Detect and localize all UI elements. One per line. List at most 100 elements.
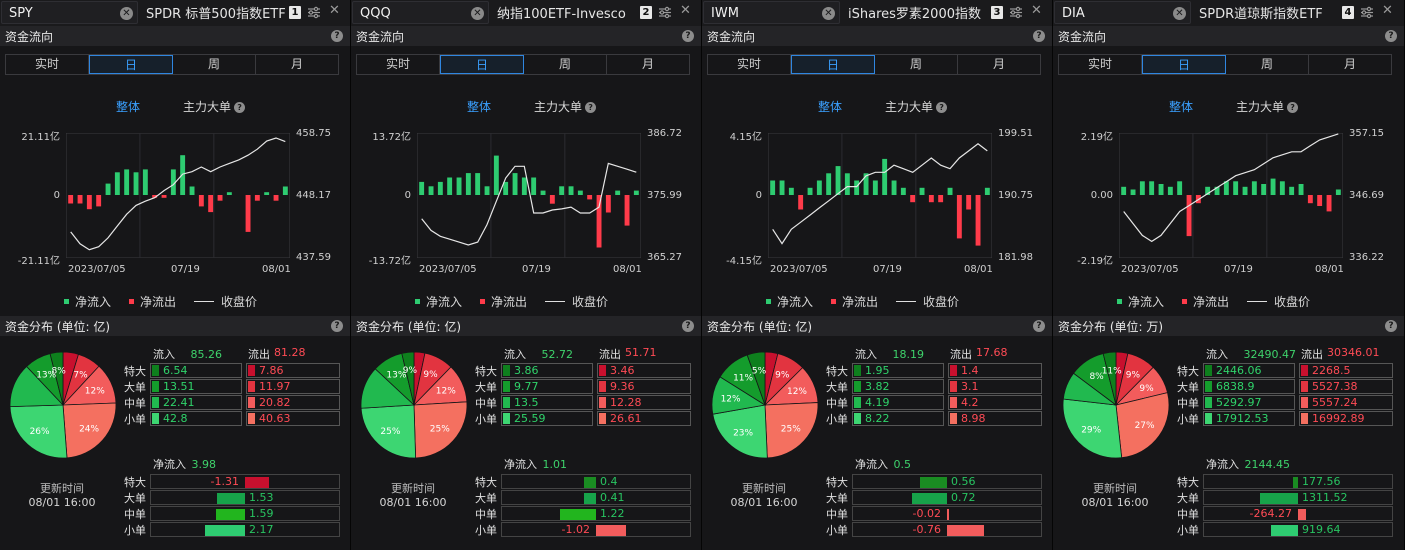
inflow-bar xyxy=(1177,181,1183,195)
range-tab[interactable]: 实时 xyxy=(357,55,440,74)
y-right-min: 336.22 xyxy=(1349,252,1384,263)
outflow-cell: 9.36 xyxy=(597,379,691,394)
view-major-order-tab[interactable]: 主力大单? xyxy=(534,98,597,115)
clear-icon[interactable]: ✕ xyxy=(822,7,835,20)
legend-price-label: 收盘价 xyxy=(572,295,609,309)
order-type-label: 小单 xyxy=(1177,524,1199,537)
fund-flow-header: 资金流向 ? xyxy=(0,26,350,46)
settings-icon[interactable] xyxy=(1009,6,1023,19)
clear-icon[interactable]: ✕ xyxy=(120,7,133,20)
legend-outflow-label: 净流出 xyxy=(140,295,177,309)
distribution-pie: 9%12%25%25%13%9% xyxy=(360,351,468,459)
range-tab[interactable]: 周 xyxy=(173,55,256,74)
ticker-input[interactable]: DIA ✕ xyxy=(1054,1,1191,24)
update-label: 更新时间 xyxy=(1093,482,1137,495)
legend-outflow-label: 净流出 xyxy=(1193,295,1230,309)
range-tabs: 实时日周月 xyxy=(5,54,339,75)
outflow-bar xyxy=(254,195,260,201)
range-tab[interactable]: 实时 xyxy=(1059,55,1142,74)
range-tab[interactable]: 月 xyxy=(958,55,1040,74)
ticker-input[interactable]: QQQ ✕ xyxy=(352,1,489,24)
outflow-bar xyxy=(77,195,83,204)
range-tab[interactable]: 周 xyxy=(1226,55,1309,74)
net-value: 2.17 xyxy=(249,523,274,536)
close-icon[interactable]: ✕ xyxy=(680,3,691,18)
legend-inflow-label: 净流入 xyxy=(1128,295,1165,309)
clear-icon[interactable]: ✕ xyxy=(1173,7,1186,20)
help-icon[interactable]: ? xyxy=(1385,30,1397,42)
outflow-cell: 3.1 xyxy=(948,379,1042,394)
ticker-input[interactable]: SPY ✕ xyxy=(1,1,138,24)
net-inflow-summary: 净流入 2144.45 xyxy=(1206,456,1290,472)
x-label-start: 2023/07/05 xyxy=(419,264,477,275)
close-icon[interactable]: ✕ xyxy=(1031,3,1042,18)
outflow-bar xyxy=(587,195,593,200)
legend-inflow-label: 净流入 xyxy=(777,295,814,309)
help-icon[interactable]: ? xyxy=(585,102,597,113)
range-tab[interactable]: 月 xyxy=(256,55,338,74)
inflow-label: 流入 xyxy=(153,348,175,361)
close-icon[interactable]: ✕ xyxy=(329,3,340,18)
net-inflow-bar xyxy=(560,509,596,520)
inflow-bar xyxy=(447,177,453,195)
help-icon[interactable]: ? xyxy=(1287,102,1299,113)
range-tab[interactable]: 实时 xyxy=(708,55,791,74)
inflow-bar xyxy=(1149,181,1155,195)
update-time: 08/01 16:00 xyxy=(379,496,447,509)
range-tab[interactable]: 日 xyxy=(440,55,524,74)
settings-icon[interactable] xyxy=(307,6,321,19)
range-tab[interactable]: 日 xyxy=(791,55,875,74)
view-whole-tab[interactable]: 整体 xyxy=(116,98,140,115)
inflow-label: 流入 xyxy=(855,348,877,361)
update-label: 更新时间 xyxy=(742,482,786,495)
inflow-bar xyxy=(835,166,841,195)
view-major-order-tab[interactable]: 主力大单? xyxy=(183,98,246,115)
help-icon[interactable]: ? xyxy=(1033,30,1045,42)
help-icon[interactable]: ? xyxy=(682,320,694,332)
range-tab[interactable]: 实时 xyxy=(6,55,89,74)
net-inflow-total: 2144.45 xyxy=(1244,458,1291,471)
close-icon[interactable]: ✕ xyxy=(1382,3,1393,18)
range-tab[interactable]: 月 xyxy=(1309,55,1391,74)
range-tab[interactable]: 日 xyxy=(1142,55,1226,74)
clear-icon[interactable]: ✕ xyxy=(471,7,484,20)
range-tabs: 实时日周月 xyxy=(356,54,690,75)
help-icon[interactable]: ? xyxy=(1385,320,1397,332)
net-inflow-bar xyxy=(1259,493,1299,504)
range-tab[interactable]: 周 xyxy=(875,55,958,74)
help-icon[interactable]: ? xyxy=(682,30,694,42)
view-whole-tab[interactable]: 整体 xyxy=(1169,98,1193,115)
view-whole-tab[interactable]: 整体 xyxy=(818,98,842,115)
range-tab[interactable]: 月 xyxy=(607,55,689,74)
help-icon[interactable]: ? xyxy=(234,102,246,113)
help-icon[interactable]: ? xyxy=(331,30,343,42)
outflow-value: 40.63 xyxy=(259,412,291,425)
view-major-order-tab[interactable]: 主力大单? xyxy=(885,98,948,115)
settings-icon[interactable] xyxy=(658,6,672,19)
fund-distribution-header: 资金分布 (单位: 亿) ? xyxy=(351,316,701,336)
view-whole-tab[interactable]: 整体 xyxy=(467,98,491,115)
fund-flow-header: 资金流向 ? xyxy=(1053,26,1404,46)
y-right-min: 365.27 xyxy=(647,252,682,263)
help-icon[interactable]: ? xyxy=(936,102,948,113)
inflow-swatch xyxy=(64,299,69,304)
help-icon[interactable]: ? xyxy=(331,320,343,332)
update-label: 更新时间 xyxy=(40,482,84,495)
flow-row: 大单 6838.9 5527.38 xyxy=(1175,378,1394,394)
net-bar-track: -0.02 xyxy=(852,506,1042,521)
range-tab[interactable]: 日 xyxy=(89,55,173,74)
inflow-bar xyxy=(282,186,288,195)
order-type-label: 特大 xyxy=(826,365,848,378)
ticker-input[interactable]: IWM ✕ xyxy=(703,1,840,24)
inflow-cell: 22.41 xyxy=(150,395,242,410)
settings-icon[interactable] xyxy=(1360,6,1374,19)
view-major-order-tab[interactable]: 主力大单? xyxy=(1236,98,1299,115)
net-bar-track: 2.17 xyxy=(150,522,340,537)
net-inflow-bar xyxy=(584,477,596,488)
order-type-label: 中单 xyxy=(1177,397,1199,410)
outflow-bar xyxy=(910,195,916,203)
range-tab[interactable]: 周 xyxy=(524,55,607,74)
help-icon[interactable]: ? xyxy=(1033,320,1045,332)
net-outflow-bar xyxy=(1298,509,1306,520)
outflow-swatch xyxy=(950,413,957,424)
